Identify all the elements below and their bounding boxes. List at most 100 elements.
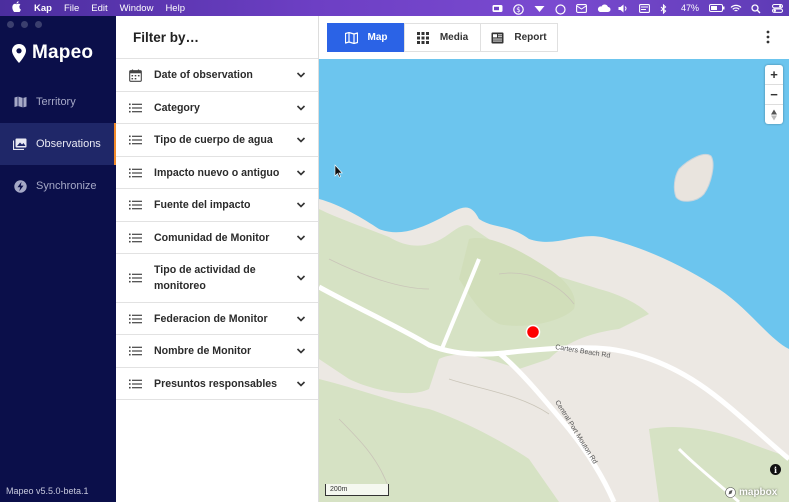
- zoom-out-button[interactable]: −: [765, 85, 783, 105]
- mapbox-logo[interactable]: mapbox: [725, 487, 777, 498]
- chevron-down-icon: [296, 275, 306, 281]
- dollar-circle-icon[interactable]: $: [513, 3, 524, 15]
- display-icon[interactable]: [639, 3, 650, 13]
- sidebar-item-observations[interactable]: Observations: [0, 123, 116, 165]
- list-icon: [128, 133, 142, 147]
- tab-label: Media: [439, 32, 469, 43]
- battery-icon[interactable]: [709, 3, 725, 13]
- filter-item-label: Comunidad de Monitor: [154, 231, 270, 244]
- filter-item-label: Presuntos responsables: [154, 377, 278, 390]
- filter-item-date-of-observation[interactable]: Date of observation: [116, 59, 318, 92]
- filter-item-fuente-del-impacto[interactable]: Fuente del impacto: [116, 189, 318, 222]
- macos-menubar: Kap File Edit Window Help $ 47%: [0, 0, 789, 16]
- control-center-icon[interactable]: [772, 3, 783, 13]
- chevron-down-icon: [296, 169, 306, 176]
- volume-icon[interactable]: [618, 4, 629, 13]
- chevron-down-icon: [296, 137, 306, 143]
- circle-icon[interactable]: [555, 3, 566, 15]
- list-icon: [128, 271, 142, 285]
- mail-icon[interactable]: [576, 3, 587, 13]
- filter-item-label: Federacion de Monitor: [154, 312, 268, 325]
- menu-kap[interactable]: Kap: [34, 3, 52, 14]
- minimize-window-button[interactable]: [21, 21, 28, 28]
- filter-item-label: Nombre de Monitor: [154, 345, 252, 357]
- apple-menu-icon[interactable]: [12, 1, 22, 15]
- location-pin-icon: [12, 43, 26, 63]
- map-view[interactable]: Carters Beach Rd Central Port Mouton Rd …: [319, 59, 789, 502]
- list-icon: [128, 377, 142, 391]
- more-options-icon[interactable]: [765, 30, 771, 44]
- observation-marker: [525, 324, 541, 340]
- compass-button[interactable]: [765, 105, 783, 124]
- filter-item-category[interactable]: Category: [116, 92, 318, 124]
- fan-icon[interactable]: [534, 4, 545, 13]
- app-version: Mapeo v5.5.0-beta.1: [6, 486, 89, 496]
- filter-item-label: Category: [154, 101, 200, 114]
- map-canvas[interactable]: Carters Beach Rd Central Port Mouton Rd: [319, 59, 789, 502]
- list-icon: [128, 198, 142, 212]
- sidebar-item-label: Territory: [36, 96, 76, 108]
- list-icon: [128, 344, 142, 358]
- filter-item-presuntos-responsables[interactable]: Presuntos responsables: [116, 368, 318, 400]
- app-logo: Mapeo: [12, 42, 93, 64]
- zoom-window-button[interactable]: [35, 21, 42, 28]
- menu-edit[interactable]: Edit: [91, 3, 107, 14]
- search-icon[interactable]: [751, 3, 762, 13]
- map-icon: [344, 31, 358, 44]
- tab-map[interactable]: Map: [327, 23, 405, 52]
- filter-item-label: Fuente del impacto: [154, 199, 251, 211]
- photos-icon: [13, 137, 27, 151]
- calendar-icon: [128, 68, 142, 82]
- tab-media[interactable]: Media: [404, 23, 481, 52]
- filter-panel: Filter by… Date of observation Category …: [116, 16, 319, 502]
- chevron-down-icon: [296, 315, 306, 322]
- filter-item-impacto-nuevo-o-antiguo[interactable]: Impacto nuevo o antiguo: [116, 157, 318, 189]
- window-controls: [7, 21, 42, 28]
- mapbox-attribution: mapbox: [739, 487, 778, 498]
- svg-text:$: $: [516, 6, 520, 14]
- filter-item-label: Impacto nuevo o antiguo: [154, 166, 280, 179]
- menu-window[interactable]: Window: [120, 3, 154, 14]
- cloud-icon[interactable]: [597, 4, 611, 13]
- filter-item-federacion-de-monitor[interactable]: Federacion de Monitor: [116, 303, 318, 335]
- chevron-down-icon: [296, 348, 306, 354]
- lightning-icon: [13, 179, 27, 193]
- tab-label: Map: [367, 32, 388, 43]
- map-zoom-controls: + −: [765, 65, 783, 124]
- tab-label: Report: [514, 32, 547, 43]
- chevron-down-icon: [296, 202, 306, 208]
- list-icon: [128, 101, 142, 115]
- menu-file[interactable]: File: [64, 3, 79, 14]
- filter-item-label: Date of observation: [154, 69, 253, 81]
- list-icon: [128, 231, 142, 245]
- filter-item-label: Tipo de actividad de monitoreo: [154, 264, 256, 292]
- battery-percent: 47%: [680, 3, 699, 13]
- zoom-in-button[interactable]: +: [765, 65, 783, 85]
- menu-help[interactable]: Help: [165, 3, 185, 14]
- tab-report[interactable]: Report: [480, 23, 558, 52]
- list-icon: [128, 166, 142, 180]
- report-icon: [491, 31, 504, 44]
- sidebar-item-territory[interactable]: Territory: [0, 81, 116, 123]
- sidebar-item-synchronize[interactable]: Synchronize: [0, 165, 116, 207]
- grid-icon: [417, 31, 430, 44]
- view-toolbar: Map Media Report: [319, 16, 789, 59]
- filter-item-tipo-de-cuerpo-de-agua[interactable]: Tipo de cuerpo de agua: [116, 124, 318, 157]
- filter-item-tipo-de-actividad-de-monitoreo[interactable]: Tipo de actividad de monitoreo: [116, 254, 318, 303]
- wifi-icon[interactable]: [730, 4, 742, 13]
- chevron-down-icon: [296, 72, 306, 78]
- video-camera-icon[interactable]: [492, 4, 503, 13]
- map-icon: [13, 95, 27, 109]
- filter-item-comunidad-de-monitor[interactable]: Comunidad de Monitor: [116, 222, 318, 254]
- map-info-button[interactable]: i: [770, 464, 781, 475]
- sidebar: Mapeo Territory Observations Synchronize…: [0, 16, 116, 502]
- app-name: Mapeo: [32, 42, 94, 63]
- list-icon: [128, 312, 142, 326]
- bluetooth-icon[interactable]: [660, 3, 671, 14]
- filter-item-label: Tipo de cuerpo de agua: [154, 134, 273, 146]
- compass-icon: [771, 109, 777, 120]
- close-window-button[interactable]: [7, 21, 14, 28]
- map-scale-bar: 200m: [325, 484, 389, 496]
- chevron-down-icon: [296, 380, 306, 387]
- filter-item-nombre-de-monitor[interactable]: Nombre de Monitor: [116, 335, 318, 368]
